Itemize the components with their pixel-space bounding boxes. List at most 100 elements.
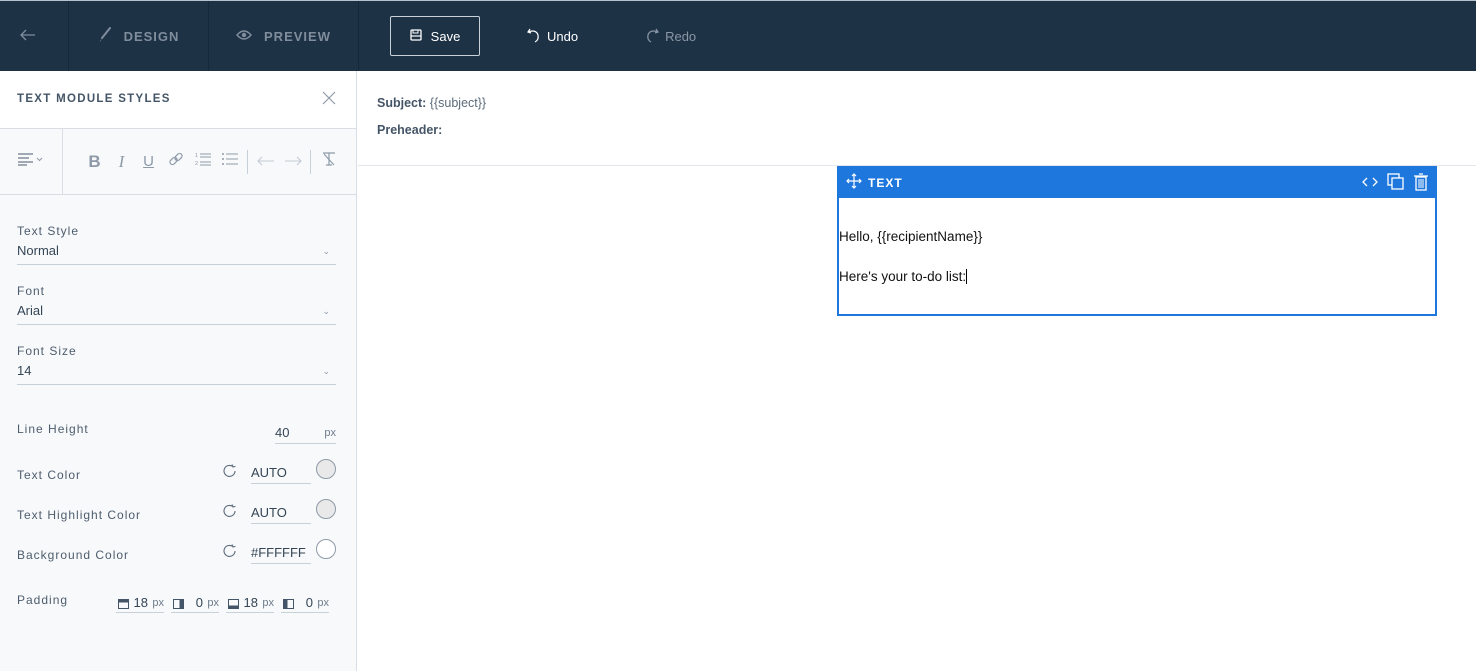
padding-top-icon	[118, 599, 129, 609]
preheader-line[interactable]: Preheader:	[377, 123, 442, 137]
save-button[interactable]: Save	[390, 16, 480, 56]
padding-bottom-input[interactable]: 18 px	[226, 593, 274, 613]
text-caret	[966, 269, 968, 284]
padding-top-input[interactable]: 18 px	[116, 593, 164, 613]
highlight-color-swatch[interactable]	[316, 499, 336, 519]
text-style-select[interactable]: Normal ⌄	[17, 243, 336, 265]
save-label: Save	[430, 28, 461, 44]
padding-right-icon	[173, 599, 184, 609]
line-height-row: Line Height 40 px	[17, 421, 336, 449]
font-value: Arial	[17, 303, 44, 318]
todo-intro-line: Here's your to-do list:	[839, 269, 968, 284]
close-icon	[322, 91, 336, 109]
font-size-select[interactable]: 14 ⌄	[17, 363, 336, 385]
reset-icon[interactable]	[222, 543, 238, 564]
code-icon[interactable]	[1361, 175, 1379, 189]
tab-preview-label: PREVIEW	[264, 28, 331, 44]
line-height-value: 40	[275, 425, 290, 440]
padding-unit: px	[317, 597, 329, 609]
bullet-list-button[interactable]	[216, 150, 243, 174]
padding-bottom-value: 18	[243, 595, 258, 610]
brush-icon	[98, 26, 124, 46]
greeting-text: Hello, {{recipientName}}	[839, 229, 983, 244]
font-size-field: Font Size 14 ⌄	[17, 344, 336, 385]
save-icon	[410, 28, 431, 44]
line-height-label: Line Height	[17, 422, 89, 436]
sidebar-title: TEXT MODULE STYLES	[17, 93, 171, 105]
align-left-icon	[17, 152, 45, 171]
chevron-down-icon: ⌄	[322, 246, 330, 256]
padding-right-input[interactable]: 0 px	[171, 593, 219, 613]
todo-intro-text: Here's your to-do list:	[839, 269, 967, 284]
bold-button[interactable]: B	[81, 150, 108, 174]
highlight-color-row: Text Highlight Color AUTO	[17, 499, 336, 529]
clear-format-button[interactable]	[315, 150, 342, 174]
highlight-color-label: Text Highlight Color	[17, 508, 142, 522]
duplicate-icon[interactable]	[1387, 173, 1405, 191]
font-label: Font	[17, 284, 46, 298]
link-icon	[168, 151, 184, 172]
tab-design[interactable]: DESIGN	[69, 1, 209, 71]
font-size-value: 14	[17, 363, 32, 378]
padding-left-icon	[283, 599, 294, 609]
clear-format-icon	[321, 151, 337, 172]
tab-preview[interactable]: PREVIEW	[209, 1, 359, 71]
styles-sidebar: TEXT MODULE STYLES B I U 12 Text Style N…	[0, 71, 357, 671]
toolbar-divider	[310, 149, 311, 174]
text-style-value: Normal	[17, 243, 59, 258]
padding-top-value: 18	[133, 595, 148, 610]
text-color-row: Text Color AUTO	[17, 459, 336, 489]
svg-text:1: 1	[195, 153, 198, 159]
outdent-button[interactable]	[252, 150, 279, 174]
subject-label: Subject:	[377, 96, 427, 110]
underline-button[interactable]: U	[135, 150, 162, 174]
email-canvas: Subject: {{subject}} Preheader: TEXT Hel…	[358, 71, 1476, 671]
format-toolbar: B I U 12	[0, 129, 356, 195]
padding-left-input[interactable]: 0 px	[281, 593, 329, 613]
line-height-unit: px	[324, 427, 336, 439]
undo-label: Undo	[547, 28, 579, 44]
ordered-list-button[interactable]: 12	[189, 150, 216, 174]
back-button[interactable]	[0, 1, 69, 71]
subject-value: {{subject}}	[429, 96, 487, 110]
reset-icon[interactable]	[222, 503, 238, 524]
padding-unit: px	[152, 597, 164, 609]
background-color-row: Background Color #FFFFFF	[17, 539, 336, 569]
indent-button[interactable]	[279, 150, 306, 174]
chevron-down-icon: ⌄	[322, 306, 330, 316]
padding-unit: px	[262, 597, 274, 609]
background-color-input[interactable]: #FFFFFF	[251, 541, 311, 564]
align-dropdown[interactable]	[0, 129, 63, 194]
link-button[interactable]	[162, 150, 189, 174]
trash-icon[interactable]	[1413, 173, 1429, 191]
undo-button[interactable]: Undo	[526, 27, 578, 46]
padding-bottom-icon	[228, 599, 239, 609]
text-module[interactable]: TEXT Hello, {{recipientName}} Here's you…	[837, 166, 1437, 316]
line-height-input[interactable]: 40 px	[275, 421, 336, 444]
tab-design-label: DESIGN	[123, 28, 180, 44]
undo-icon	[526, 27, 547, 46]
text-style-label: Text Style	[17, 224, 80, 238]
sidebar-header: TEXT MODULE STYLES	[0, 71, 356, 129]
padding-row: Padding 18 px 0 px 18 px 0 px	[17, 593, 336, 621]
arrow-left-icon	[256, 153, 275, 171]
reset-icon[interactable]	[222, 463, 238, 484]
close-button[interactable]	[322, 91, 336, 110]
highlight-color-input[interactable]: AUTO	[251, 501, 311, 524]
background-color-swatch[interactable]	[316, 539, 336, 559]
ordered-list-icon: 12	[194, 151, 212, 172]
subject-line[interactable]: Subject: {{subject}}	[377, 96, 486, 110]
padding-right-value: 0	[195, 595, 203, 610]
email-meta: Subject: {{subject}} Preheader:	[358, 71, 1476, 166]
text-color-input[interactable]: AUTO	[251, 461, 311, 484]
move-icon[interactable]	[846, 172, 862, 194]
italic-button[interactable]: I	[108, 150, 135, 174]
padding-left-value: 0	[305, 595, 313, 610]
padding-label: Padding	[17, 593, 69, 607]
font-select[interactable]: Arial ⌄	[17, 303, 336, 325]
redo-button[interactable]: Redo	[644, 27, 696, 46]
text-color-swatch[interactable]	[316, 459, 336, 479]
toolbar-divider	[247, 149, 248, 174]
arrow-right-icon	[284, 153, 302, 171]
text-module-label: TEXT	[868, 176, 903, 190]
